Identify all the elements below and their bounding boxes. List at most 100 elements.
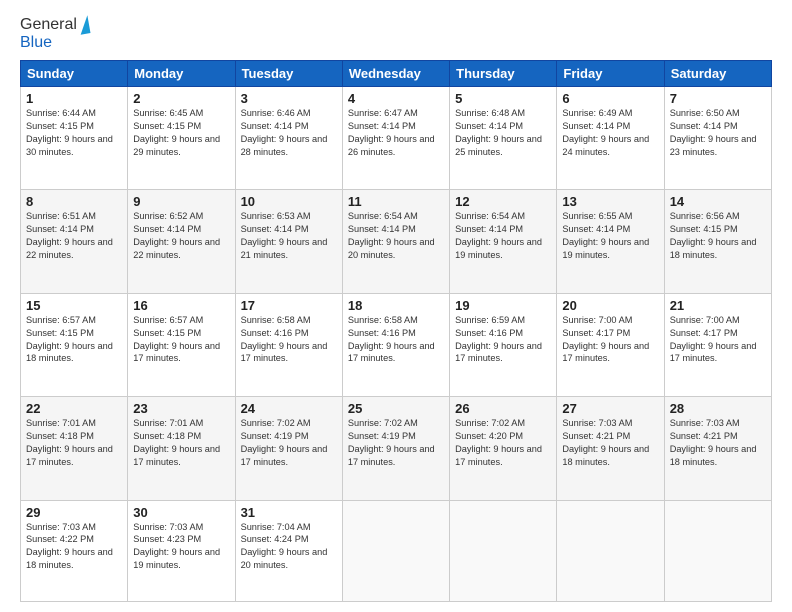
cell-info: Sunrise: 7:00 AMSunset: 4:17 PMDaylight:… — [562, 315, 649, 364]
cell-info: Sunrise: 6:44 AMSunset: 4:15 PMDaylight:… — [26, 108, 113, 157]
day-number: 16 — [133, 298, 229, 313]
cell-info: Sunrise: 7:02 AMSunset: 4:20 PMDaylight:… — [455, 418, 542, 467]
calendar-day-cell: 16 Sunrise: 6:57 AMSunset: 4:15 PMDayligh… — [128, 293, 235, 396]
day-number: 24 — [241, 401, 337, 416]
cell-info: Sunrise: 6:53 AMSunset: 4:14 PMDaylight:… — [241, 211, 328, 260]
cell-info: Sunrise: 6:45 AMSunset: 4:15 PMDaylight:… — [133, 108, 220, 157]
day-number: 18 — [348, 298, 444, 313]
calendar-day-cell: 21 Sunrise: 7:00 AMSunset: 4:17 PMDayligh… — [664, 293, 771, 396]
cell-info: Sunrise: 6:55 AMSunset: 4:14 PMDaylight:… — [562, 211, 649, 260]
calendar-day-header: Tuesday — [235, 61, 342, 87]
calendar-day-cell: 10 Sunrise: 6:53 AMSunset: 4:14 PMDayligh… — [235, 190, 342, 293]
day-number: 20 — [562, 298, 658, 313]
calendar-day-cell: 1 Sunrise: 6:44 AMSunset: 4:15 PMDaylight… — [21, 87, 128, 190]
cell-info: Sunrise: 7:01 AMSunset: 4:18 PMDaylight:… — [133, 418, 220, 467]
day-number: 5 — [455, 91, 551, 106]
calendar-day-cell: 8Sunrise: 6:51 AMSunset: 4:14 PMDaylight… — [21, 190, 128, 293]
calendar-day-cell: 11 Sunrise: 6:54 AMSunset: 4:14 PMDayligh… — [342, 190, 449, 293]
day-number: 30 — [133, 505, 229, 520]
cell-info: Sunrise: 6:49 AMSunset: 4:14 PMDaylight:… — [562, 108, 649, 157]
day-number: 29 — [26, 505, 122, 520]
calendar-day-header: Wednesday — [342, 61, 449, 87]
calendar-day-cell: 6 Sunrise: 6:49 AMSunset: 4:14 PMDaylight… — [557, 87, 664, 190]
cell-info: Sunrise: 6:48 AMSunset: 4:14 PMDaylight:… — [455, 108, 542, 157]
calendar-day-cell — [664, 500, 771, 601]
cell-info: Sunrise: 7:04 AMSunset: 4:24 PMDaylight:… — [241, 522, 328, 571]
calendar-week-row: 22 Sunrise: 7:01 AMSunset: 4:18 PMDayligh… — [21, 397, 772, 500]
cell-info: Sunrise: 7:03 AMSunset: 4:22 PMDaylight:… — [26, 522, 113, 571]
header: General Blue — [20, 16, 772, 52]
calendar-day-cell: 30 Sunrise: 7:03 AMSunset: 4:23 PMDayligh… — [128, 500, 235, 601]
cell-info: Sunrise: 7:02 AMSunset: 4:19 PMDaylight:… — [241, 418, 328, 467]
cell-info: Sunrise: 7:03 AMSunset: 4:21 PMDaylight:… — [670, 418, 757, 467]
calendar-day-header: Sunday — [21, 61, 128, 87]
day-number: 19 — [455, 298, 551, 313]
calendar-day-cell — [342, 500, 449, 601]
day-number: 4 — [348, 91, 444, 106]
cell-info: Sunrise: 7:03 AMSunset: 4:21 PMDaylight:… — [562, 418, 649, 467]
calendar-day-header: Thursday — [450, 61, 557, 87]
cell-info: Sunrise: 6:57 AMSunset: 4:15 PMDaylight:… — [133, 315, 220, 364]
calendar-day-cell: 18 Sunrise: 6:58 AMSunset: 4:16 PMDayligh… — [342, 293, 449, 396]
cell-info: Sunrise: 7:02 AMSunset: 4:19 PMDaylight:… — [348, 418, 435, 467]
calendar-day-cell: 3 Sunrise: 6:46 AMSunset: 4:14 PMDaylight… — [235, 87, 342, 190]
calendar-day-cell: 23Sunrise: 7:01 AMSunset: 4:18 PMDayligh… — [128, 397, 235, 500]
cell-info: Sunrise: 6:54 AMSunset: 4:14 PMDaylight:… — [348, 211, 435, 260]
day-number: 13 — [562, 194, 658, 209]
calendar-day-cell: 24 Sunrise: 7:02 AMSunset: 4:19 PMDayligh… — [235, 397, 342, 500]
day-number: 28 — [670, 401, 766, 416]
day-number: 2 — [133, 91, 229, 106]
calendar-day-header: Monday — [128, 61, 235, 87]
calendar-day-cell: 29 Sunrise: 7:03 AMSunset: 4:22 PMDayligh… — [21, 500, 128, 601]
calendar-week-row: 15Sunrise: 6:57 AMSunset: 4:15 PMDayligh… — [21, 293, 772, 396]
day-number: 11 — [348, 194, 444, 209]
day-number: 31 — [241, 505, 337, 520]
day-number: 25 — [348, 401, 444, 416]
day-number: 21 — [670, 298, 766, 313]
cell-info: Sunrise: 6:58 AMSunset: 4:16 PMDaylight:… — [348, 315, 435, 364]
calendar-week-row: 1 Sunrise: 6:44 AMSunset: 4:15 PMDaylight… — [21, 87, 772, 190]
calendar-week-row: 29 Sunrise: 7:03 AMSunset: 4:22 PMDayligh… — [21, 500, 772, 601]
logo: General Blue — [20, 16, 89, 52]
cell-info: Sunrise: 6:52 AMSunset: 4:14 PMDaylight:… — [133, 211, 220, 260]
cell-info: Sunrise: 7:00 AMSunset: 4:17 PMDaylight:… — [670, 315, 757, 364]
calendar-day-cell: 9Sunrise: 6:52 AMSunset: 4:14 PMDaylight… — [128, 190, 235, 293]
calendar-week-row: 8Sunrise: 6:51 AMSunset: 4:14 PMDaylight… — [21, 190, 772, 293]
calendar-table: SundayMondayTuesdayWednesdayThursdayFrid… — [20, 60, 772, 602]
calendar-day-cell: 25 Sunrise: 7:02 AMSunset: 4:19 PMDayligh… — [342, 397, 449, 500]
calendar-day-header: Friday — [557, 61, 664, 87]
calendar-day-header: Saturday — [664, 61, 771, 87]
day-number: 3 — [241, 91, 337, 106]
cell-info: Sunrise: 7:03 AMSunset: 4:23 PMDaylight:… — [133, 522, 220, 571]
logo-general-text: General — [20, 16, 77, 34]
calendar-day-cell: 20 Sunrise: 7:00 AMSunset: 4:17 PMDayligh… — [557, 293, 664, 396]
calendar-day-cell — [557, 500, 664, 601]
logo-arrow-icon — [77, 15, 90, 34]
day-number: 27 — [562, 401, 658, 416]
cell-info: Sunrise: 6:54 AMSunset: 4:14 PMDaylight:… — [455, 211, 542, 260]
calendar-day-cell: 26 Sunrise: 7:02 AMSunset: 4:20 PMDayligh… — [450, 397, 557, 500]
cell-info: Sunrise: 6:46 AMSunset: 4:14 PMDaylight:… — [241, 108, 328, 157]
day-number: 26 — [455, 401, 551, 416]
page: General Blue SundayMondayTuesdayWednesda… — [0, 0, 792, 612]
day-number: 7 — [670, 91, 766, 106]
calendar-header-row: SundayMondayTuesdayWednesdayThursdayFrid… — [21, 61, 772, 87]
day-number: 22 — [26, 401, 122, 416]
cell-info: Sunrise: 6:50 AMSunset: 4:14 PMDaylight:… — [670, 108, 757, 157]
calendar-day-cell: 27 Sunrise: 7:03 AMSunset: 4:21 PMDayligh… — [557, 397, 664, 500]
calendar-day-cell: 17Sunrise: 6:58 AMSunset: 4:16 PMDayligh… — [235, 293, 342, 396]
day-number: 17 — [241, 298, 337, 313]
calendar-day-cell: 15Sunrise: 6:57 AMSunset: 4:15 PMDayligh… — [21, 293, 128, 396]
calendar-day-cell: 5 Sunrise: 6:48 AMSunset: 4:14 PMDaylight… — [450, 87, 557, 190]
cell-info: Sunrise: 6:59 AMSunset: 4:16 PMDaylight:… — [455, 315, 542, 364]
day-number: 10 — [241, 194, 337, 209]
day-number: 1 — [26, 91, 122, 106]
calendar-day-cell: 12 Sunrise: 6:54 AMSunset: 4:14 PMDayligh… — [450, 190, 557, 293]
cell-info: Sunrise: 6:57 AMSunset: 4:15 PMDaylight:… — [26, 315, 113, 364]
day-number: 12 — [455, 194, 551, 209]
calendar-day-cell: 28 Sunrise: 7:03 AMSunset: 4:21 PMDayligh… — [664, 397, 771, 500]
day-number: 6 — [562, 91, 658, 106]
cell-info: Sunrise: 7:01 AMSunset: 4:18 PMDaylight:… — [26, 418, 113, 467]
calendar-day-cell: 2 Sunrise: 6:45 AMSunset: 4:15 PMDaylight… — [128, 87, 235, 190]
calendar-day-cell: 13 Sunrise: 6:55 AMSunset: 4:14 PMDayligh… — [557, 190, 664, 293]
